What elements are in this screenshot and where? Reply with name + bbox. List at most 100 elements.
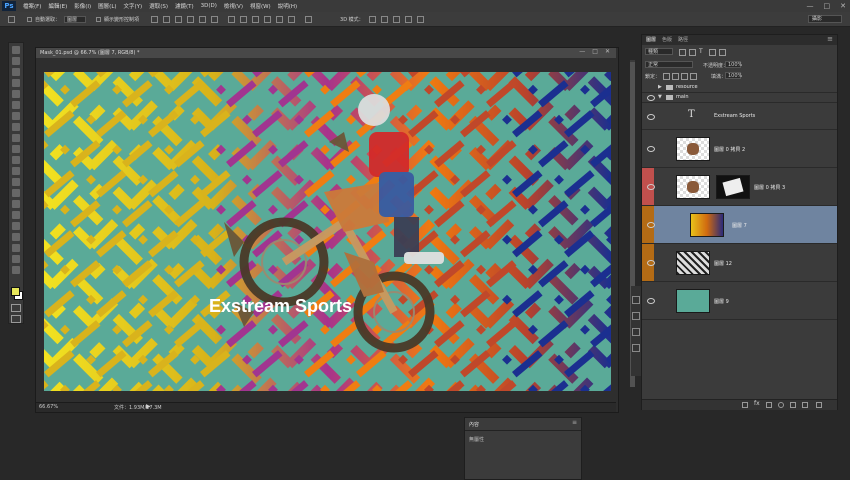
menu-layer[interactable]: 圖層(L) — [98, 2, 116, 10]
new-layer-icon[interactable] — [802, 402, 808, 408]
history-brush-tool-icon[interactable] — [12, 145, 20, 153]
tab-layers[interactable]: 圖層 — [646, 36, 656, 43]
align-hcenter-icon[interactable] — [199, 15, 207, 23]
maximize-icon[interactable]: □ — [824, 0, 831, 12]
filter-type-icon[interactable]: T — [699, 48, 703, 55]
canvas[interactable]: Exstream Sports — [44, 72, 611, 391]
hand-tool-icon[interactable] — [12, 244, 20, 252]
visibility-eye-icon[interactable] — [647, 298, 655, 304]
panel-menu-icon[interactable]: ≡ — [572, 419, 577, 426]
visibility-eye-icon[interactable] — [647, 184, 655, 190]
expand-arrow-icon[interactable]: ▶ — [658, 84, 662, 90]
lock-transparent-icon[interactable] — [663, 73, 670, 80]
lasso-tool-icon[interactable] — [12, 68, 20, 76]
tab-channels[interactable]: 色版 — [662, 36, 672, 43]
align-right-icon[interactable] — [211, 15, 219, 23]
zoom-tool-icon[interactable] — [12, 255, 20, 263]
layer-row-text[interactable]: T Exstream Sports — [642, 103, 837, 130]
align-bottom-icon[interactable] — [175, 15, 183, 23]
fill-input[interactable]: 100% — [725, 72, 742, 79]
distribute-vcenter-icon[interactable] — [240, 15, 248, 23]
edit-toolbar-icon[interactable] — [12, 266, 20, 274]
layer-row-layer7[interactable]: 圖層 7 — [642, 206, 837, 244]
align-left-icon[interactable] — [187, 15, 195, 23]
adjustment-layer-icon[interactable] — [778, 402, 784, 408]
filter-adjust-icon[interactable] — [689, 49, 696, 56]
blend-mode-dropdown[interactable]: 正常 — [645, 61, 693, 68]
distribute-bottom-icon[interactable] — [252, 15, 260, 23]
auto-align-icon[interactable] — [305, 15, 313, 23]
properties-icon[interactable] — [632, 344, 640, 352]
lock-pixels-icon[interactable] — [672, 73, 679, 80]
move-tool-icon[interactable] — [12, 46, 20, 54]
pen-tool-icon[interactable] — [12, 200, 20, 208]
brush-tool-icon[interactable] — [12, 123, 20, 131]
gradient-tool-icon[interactable] — [12, 167, 20, 175]
layer-group-main[interactable]: ▼ main — [642, 93, 837, 103]
quick-select-tool-icon[interactable] — [12, 79, 20, 87]
menu-help[interactable]: 說明(H) — [278, 2, 297, 10]
opacity-input[interactable]: 100% — [725, 61, 742, 68]
clone-stamp-tool-icon[interactable] — [12, 134, 20, 142]
3d-rotate-icon[interactable] — [368, 15, 376, 23]
marquee-tool-icon[interactable] — [12, 57, 20, 65]
3d-drag-icon[interactable] — [392, 15, 400, 23]
close-icon[interactable]: ✕ — [840, 0, 846, 12]
zoom-level[interactable]: 66.67% — [39, 404, 58, 410]
screen-mode-icon[interactable] — [11, 315, 21, 323]
filter-kind-dropdown[interactable]: 種類 — [645, 48, 673, 55]
distribute-top-icon[interactable] — [228, 15, 236, 23]
layer-row-layer9[interactable]: 圖層 9 — [642, 282, 837, 320]
menu-view[interactable]: 檢視(V) — [224, 2, 243, 10]
menu-type[interactable]: 文字(Y) — [124, 2, 143, 10]
layer-row-copy3[interactable]: 圖層 0 拷貝 3 — [642, 168, 837, 206]
lock-position-icon[interactable] — [681, 73, 688, 80]
align-vcenter-icon[interactable] — [163, 15, 171, 23]
layer-row-copy2[interactable]: 圖層 0 拷貝 2 — [642, 130, 837, 168]
distribute-left-icon[interactable] — [264, 15, 272, 23]
layer-mask-thumbnail[interactable] — [716, 175, 750, 199]
menu-select[interactable]: 選取(S) — [149, 2, 168, 10]
minimize-icon[interactable]: — — [807, 0, 814, 12]
trash-icon[interactable] — [816, 402, 822, 408]
doc-restore-icon[interactable]: □ — [592, 48, 598, 55]
status-arrow-icon[interactable]: ▶ — [146, 403, 151, 410]
menu-edit[interactable]: 編輯(E) — [48, 2, 67, 10]
layer-group-resource[interactable]: ▶ resource — [642, 83, 837, 93]
crop-tool-icon[interactable] — [12, 90, 20, 98]
path-select-tool-icon[interactable] — [12, 222, 20, 230]
align-top-icon[interactable] — [151, 15, 159, 23]
filter-smart-icon[interactable] — [719, 49, 726, 56]
healing-brush-tool-icon[interactable] — [12, 112, 20, 120]
layer-style-icon[interactable]: fx — [754, 400, 760, 407]
doc-close-icon[interactable]: ✕ — [605, 48, 610, 55]
doc-minimize-icon[interactable]: — — [579, 48, 585, 55]
auto-select-dropdown[interactable]: 圖層 — [64, 15, 87, 23]
visibility-eye-icon[interactable] — [647, 260, 655, 266]
menu-window[interactable]: 視窗(W) — [250, 2, 271, 10]
dodge-tool-icon[interactable] — [12, 189, 20, 197]
distribute-hcenter-icon[interactable] — [276, 15, 284, 23]
menu-3d[interactable]: 3D(D) — [201, 3, 217, 9]
3d-roll-icon[interactable] — [380, 15, 388, 23]
eyedropper-tool-icon[interactable] — [12, 101, 20, 109]
tab-paths[interactable]: 路徑 — [678, 36, 688, 43]
show-transform-checkbox[interactable] — [96, 16, 102, 22]
link-layers-icon[interactable] — [742, 402, 748, 408]
quick-mask-icon[interactable] — [11, 304, 21, 312]
move-tool-icon[interactable] — [8, 15, 15, 23]
visibility-eye-icon[interactable] — [647, 114, 655, 120]
blur-tool-icon[interactable] — [12, 178, 20, 186]
visibility-eye-icon[interactable] — [647, 95, 655, 101]
lock-all-icon[interactable] — [690, 73, 697, 80]
distribute-right-icon[interactable] — [288, 15, 296, 23]
shape-tool-icon[interactable] — [12, 233, 20, 241]
menu-image[interactable]: 影像(I) — [74, 2, 91, 10]
collapse-arrow-icon[interactable]: ▼ — [658, 94, 662, 100]
type-tool-icon[interactable] — [12, 211, 20, 219]
workspace-dropdown[interactable]: 攝影 — [808, 15, 842, 23]
visibility-off-icon[interactable] — [647, 85, 655, 91]
visibility-eye-icon[interactable] — [647, 146, 655, 152]
3d-slide-icon[interactable] — [404, 15, 412, 23]
layer-row-layer12[interactable]: 圖層 12 — [642, 244, 837, 282]
